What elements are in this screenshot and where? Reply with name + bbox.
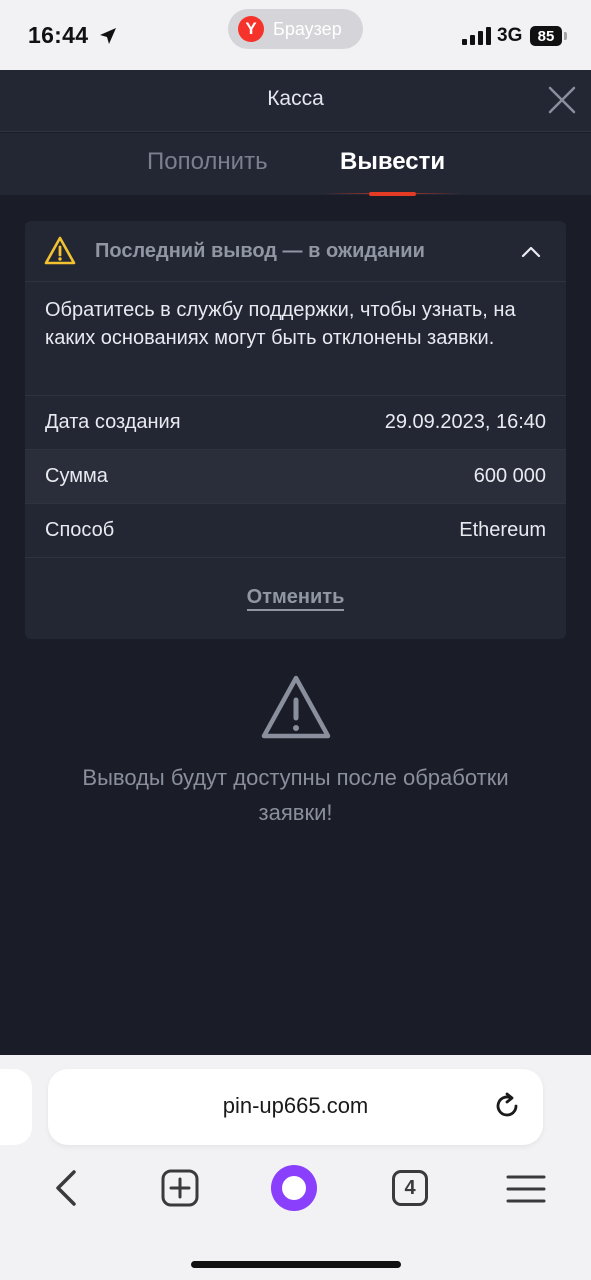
detail-row-date: Дата создания 29.09.2023, 16:40: [25, 395, 566, 449]
alert-triangle-icon: [261, 675, 331, 739]
address-bar[interactable]: pin-up665.com: [48, 1069, 543, 1145]
reload-icon[interactable]: [492, 1091, 522, 1121]
menu-icon[interactable]: [506, 1174, 546, 1204]
browser-pill-label: Браузер: [273, 18, 342, 39]
signal-icon: [462, 27, 491, 45]
tab-count: 4: [404, 1176, 416, 1199]
network-type: 3G: [497, 25, 523, 46]
url-text: pin-up665.com: [222, 1093, 369, 1118]
status-time: 16:44: [28, 22, 89, 48]
back-arrow-icon[interactable]: [50, 1168, 82, 1208]
browser-pill[interactable]: Y Браузер: [228, 9, 363, 49]
card-header[interactable]: Последний вывод — в ожидании: [25, 221, 566, 282]
cashier-header: Касса: [0, 70, 591, 132]
chevron-up-icon[interactable]: [520, 242, 542, 262]
support-message: Обратитесь в службу поддержки, чтобы узн…: [45, 299, 516, 349]
alice-icon[interactable]: [270, 1164, 318, 1212]
battery-level: 85: [530, 26, 562, 46]
status-bar: 16:44 Y Браузер 3G 85: [0, 0, 591, 70]
cashier-tabs: Пополнить Вывести: [0, 133, 591, 195]
row-value: Ethereum: [459, 519, 546, 541]
detail-row-amount: Сумма 600 000: [25, 449, 566, 503]
tabs-icon[interactable]: 4: [392, 1170, 428, 1206]
cancel-button[interactable]: Отменить: [246, 586, 345, 611]
tab-deposit[interactable]: Пополнить: [147, 148, 268, 176]
yandex-logo: Y: [238, 16, 264, 42]
page-title: Касса: [267, 87, 324, 110]
row-divider: [25, 557, 566, 558]
previous-tab-card[interactable]: [0, 1069, 32, 1145]
row-label: Дата создания: [45, 411, 181, 433]
new-tab-icon[interactable]: [160, 1168, 200, 1208]
tab-withdraw[interactable]: Вывести: [340, 148, 445, 176]
row-value: 29.09.2023, 16:40: [384, 411, 546, 433]
warning-icon: [44, 236, 76, 265]
card-title: Последний вывод — в ожидании: [95, 240, 425, 262]
location-arrow-icon: [100, 28, 116, 44]
row-value: 600 000: [473, 465, 546, 487]
pending-withdrawal-card: Последний вывод — в ожидании Обратитесь …: [25, 221, 566, 639]
row-label: Способ: [45, 519, 115, 541]
close-icon[interactable]: [546, 84, 578, 116]
active-tab-indicator: [369, 192, 416, 196]
battery-tip: [564, 32, 567, 40]
withdrawals-unavailable-message: Выводы будут доступны после обработки за…: [82, 765, 509, 825]
detail-row-method: Способ Ethereum: [25, 503, 566, 557]
row-label: Сумма: [45, 465, 108, 487]
cancel-container: Отменить: [25, 586, 566, 611]
home-indicator: [191, 1261, 401, 1268]
